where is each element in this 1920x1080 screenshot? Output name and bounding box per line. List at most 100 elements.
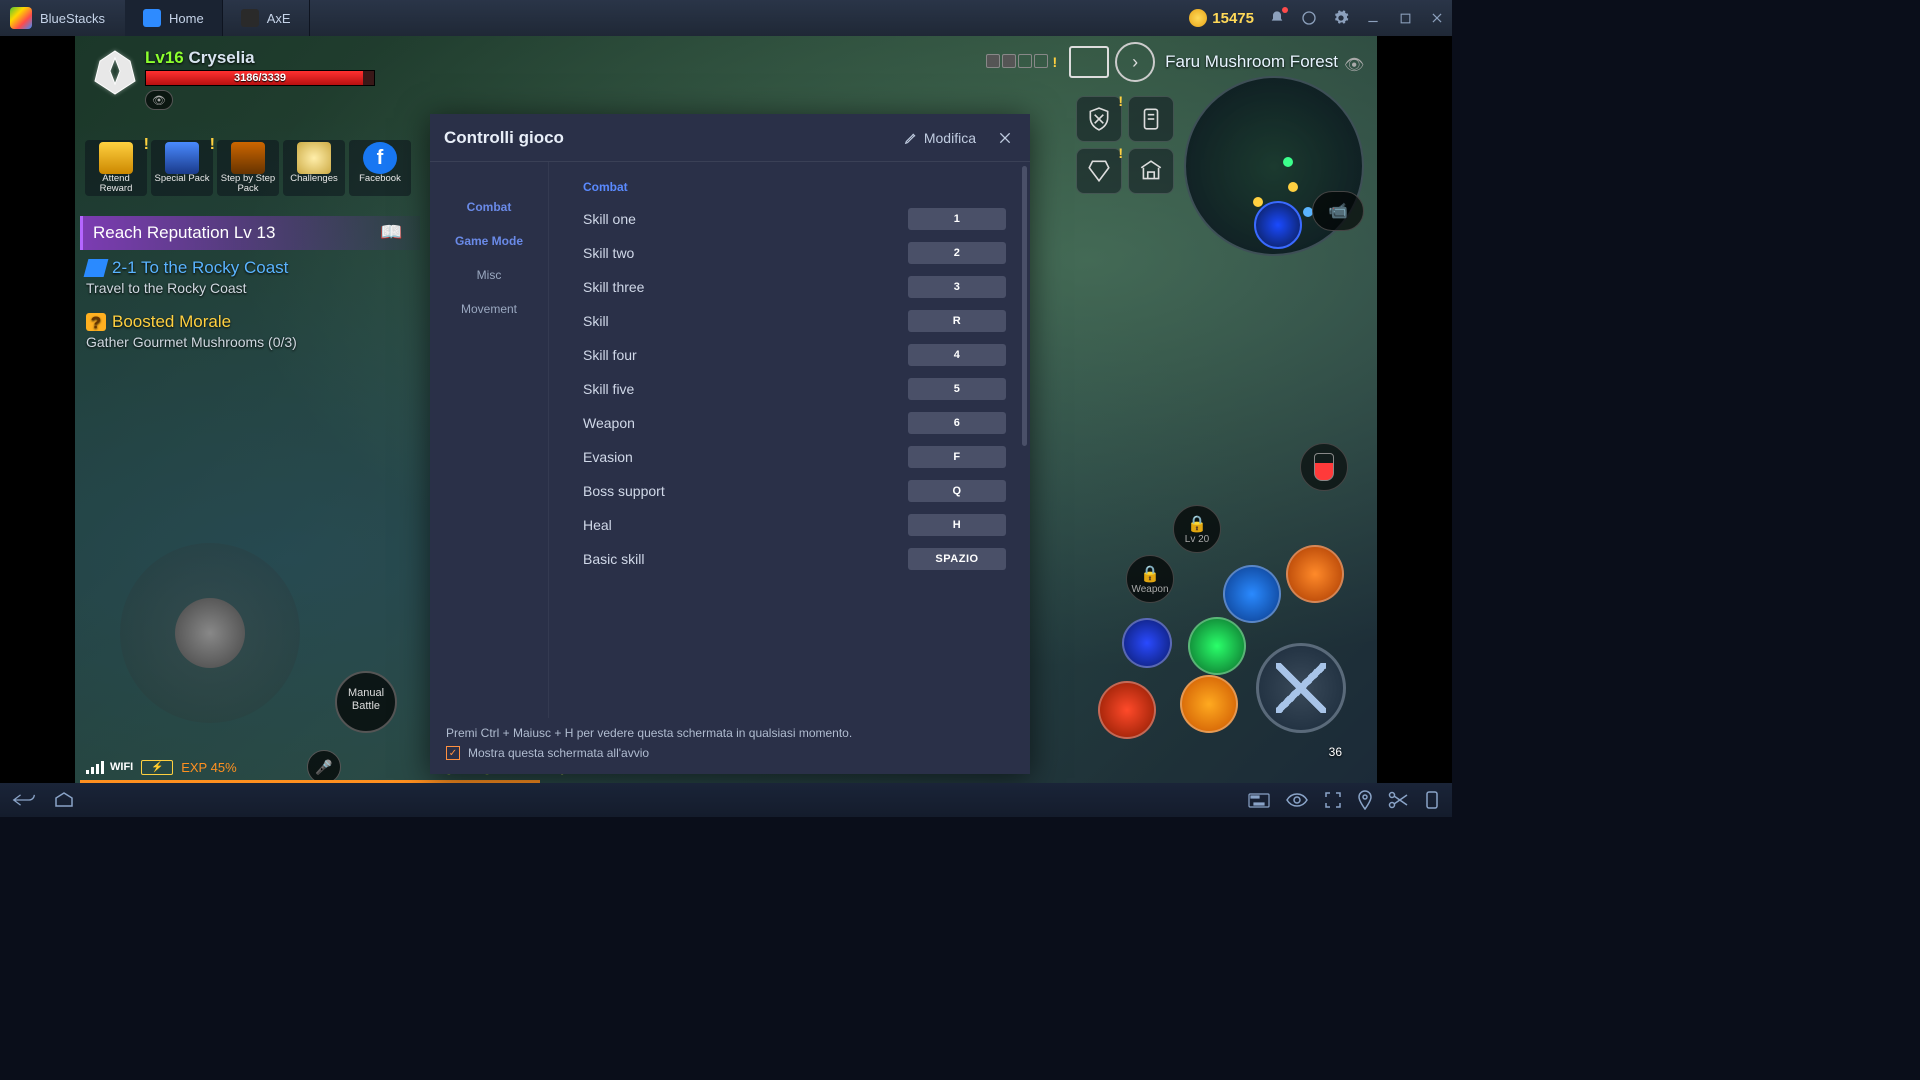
rotate-icon[interactable] xyxy=(1424,790,1440,810)
coin-value: 15475 xyxy=(1212,10,1254,27)
control-label: Evasion xyxy=(583,449,633,465)
attend-reward-button[interactable]: !Attend Reward xyxy=(85,140,147,196)
shield-menu-icon[interactable] xyxy=(1076,96,1122,142)
challenges-button[interactable]: Challenges xyxy=(283,140,345,196)
account-icon[interactable] xyxy=(1300,9,1318,27)
skill-button-5[interactable] xyxy=(1098,681,1156,739)
control-label: Skill three xyxy=(583,279,644,295)
letterbox-right xyxy=(1377,36,1452,783)
edit-button[interactable]: Modifica xyxy=(904,130,976,146)
scrollbar[interactable] xyxy=(1022,166,1027,446)
skill-button-2[interactable] xyxy=(1188,617,1246,675)
modal-content: Combat Skill one1Skill two2Skill three3S… xyxy=(548,162,1030,718)
visibility-nav-icon[interactable] xyxy=(1286,793,1308,807)
quest-book-icon: 📖 xyxy=(380,222,410,244)
control-row: Skill three 3 xyxy=(583,276,1006,298)
special-pack-button[interactable]: !Special Pack xyxy=(151,140,213,196)
minimize-icon[interactable] xyxy=(1364,9,1382,27)
tab-label: Home xyxy=(169,11,204,26)
virtual-joystick[interactable] xyxy=(120,543,300,723)
locked-skill-weapon: 🔒Weapon xyxy=(1126,555,1174,603)
battery-icon xyxy=(141,760,173,775)
show-on-startup-checkbox[interactable]: ✓ Mostra questa schermata all'avvio xyxy=(446,746,1014,760)
player-level: Lv16 xyxy=(145,48,184,67)
control-key-button[interactable]: 4 xyxy=(908,344,1006,366)
tab-label: AxE xyxy=(267,11,291,26)
fullscreen-icon[interactable] xyxy=(1324,791,1342,809)
control-row: Skill five5 xyxy=(583,378,1006,400)
home-nav-icon[interactable] xyxy=(54,792,74,808)
quest-marker-icon xyxy=(84,259,109,277)
modal-footer: Premi Ctrl + Maiusc + H per vedere quest… xyxy=(430,718,1030,774)
nav-misc[interactable]: Misc xyxy=(436,258,542,292)
notifications-icon[interactable] xyxy=(1268,9,1286,27)
control-key-button[interactable]: 1 xyxy=(908,208,1006,230)
player-name: Lv16 Cryselia xyxy=(145,48,375,68)
control-row: Skill two2 xyxy=(583,242,1006,264)
modal-header: Controlli gioco Modifica xyxy=(430,114,1030,162)
coin-icon xyxy=(1189,9,1207,27)
skill-button-4[interactable] xyxy=(1286,545,1344,603)
potion-button[interactable] xyxy=(1300,443,1348,491)
skill-button-1[interactable] xyxy=(1180,675,1238,733)
menu-slots[interactable]: ! xyxy=(986,54,1057,70)
gem-menu-icon[interactable] xyxy=(1076,148,1122,194)
close-icon[interactable] xyxy=(994,127,1016,149)
scroll-menu-icon[interactable] xyxy=(1128,96,1174,142)
settings-icon[interactable] xyxy=(1332,9,1350,27)
close-window-icon[interactable] xyxy=(1428,9,1446,27)
control-key-button[interactable]: 2 xyxy=(908,242,1006,264)
location-eye-icon[interactable]: 👁 xyxy=(1344,55,1364,69)
nav-gamemode[interactable]: Game Mode xyxy=(436,224,542,258)
nav-movement[interactable]: Movement xyxy=(436,292,542,326)
tab-home[interactable]: Home xyxy=(125,0,223,36)
step-pack-button[interactable]: Step by Step Pack xyxy=(217,140,279,196)
target-icon[interactable] xyxy=(1254,201,1302,249)
bank-menu-icon[interactable] xyxy=(1128,148,1174,194)
control-key-button[interactable]: F xyxy=(908,446,1006,468)
skill-button-6[interactable] xyxy=(1122,618,1172,668)
mic-icon[interactable]: 🎤 xyxy=(307,750,341,783)
scissors-icon[interactable] xyxy=(1388,791,1408,809)
control-key-button[interactable]: SPAZIO xyxy=(908,548,1006,570)
nav-combat[interactable]: Combat xyxy=(436,190,542,224)
visibility-toggle-icon[interactable]: 👁 xyxy=(145,90,173,110)
expand-menu-icon[interactable]: › xyxy=(1115,42,1155,82)
mail-icon[interactable] xyxy=(1069,46,1109,78)
quest-item[interactable]: ?Boosted Morale Gather Gourmet Mushrooms… xyxy=(80,304,420,358)
control-key-button[interactable]: Q xyxy=(908,480,1006,502)
guild-emblem-icon[interactable] xyxy=(85,46,145,96)
keyboard-icon[interactable] xyxy=(1248,793,1270,808)
exp-display: EXP 45% xyxy=(181,760,236,775)
pencil-icon xyxy=(904,131,918,145)
reputation-quest[interactable]: Reach Reputation Lv 13 📖 xyxy=(80,216,420,250)
location-nav-icon[interactable] xyxy=(1358,790,1372,810)
home-icon xyxy=(143,9,161,27)
manual-battle-button[interactable]: Manual Battle xyxy=(335,671,397,733)
control-key-button[interactable]: R xyxy=(908,310,1006,332)
action-buttons: !Attend Reward !Special Pack Step by Ste… xyxy=(85,140,411,196)
quest-item[interactable]: 2-1 To the Rocky Coast Travel to the Roc… xyxy=(80,250,420,304)
side-menu xyxy=(1076,96,1174,194)
quest-marker-icon: ? xyxy=(86,313,106,331)
control-row: Basic skillSPAZIO xyxy=(583,548,1006,570)
coin-balance[interactable]: 15475 xyxy=(1189,9,1254,27)
top-right-hud: ! › Faru Mushroom Forest 👁 xyxy=(986,42,1364,82)
letterbox-left xyxy=(0,36,75,783)
tab-game[interactable]: AxE xyxy=(223,0,310,36)
section-title: Combat xyxy=(583,180,1006,194)
facebook-button[interactable]: fFacebook xyxy=(349,140,411,196)
control-key-button[interactable]: 5 xyxy=(908,378,1006,400)
skill-button-3[interactable] xyxy=(1223,565,1281,623)
control-row: Skill four4 xyxy=(583,344,1006,366)
back-icon[interactable] xyxy=(12,792,36,808)
record-icon[interactable]: 📹 xyxy=(1312,191,1364,231)
control-key-button[interactable]: 3 xyxy=(908,276,1006,298)
control-label: Skill one xyxy=(583,211,636,227)
modal-title: Controlli gioco xyxy=(444,128,564,148)
control-label: Boss support xyxy=(583,483,665,499)
basic-attack-button[interactable] xyxy=(1256,643,1346,733)
maximize-icon[interactable] xyxy=(1396,9,1414,27)
control-key-button[interactable]: H xyxy=(908,514,1006,536)
control-key-button[interactable]: 6 xyxy=(908,412,1006,434)
